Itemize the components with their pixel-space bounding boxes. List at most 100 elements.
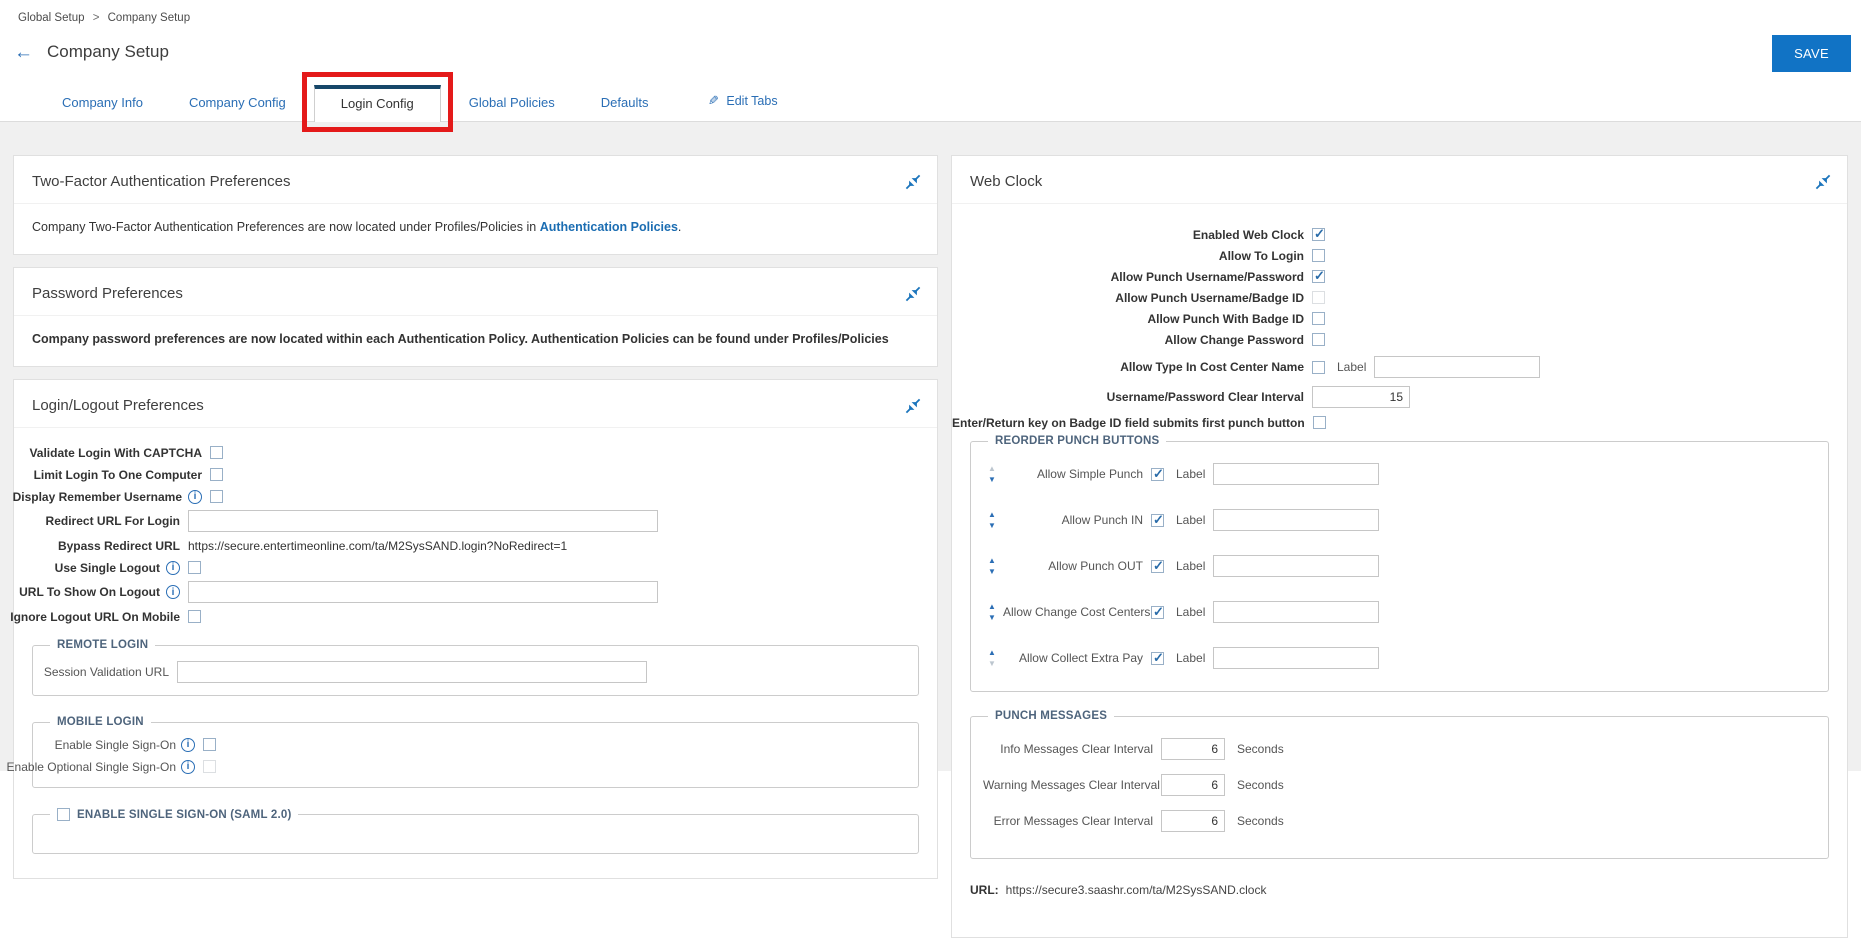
logout-url-input[interactable] (188, 581, 658, 603)
redirect-url-input[interactable] (188, 510, 658, 532)
error-messages-label: Error Messages Clear Interval (983, 814, 1153, 828)
move-down-icon[interactable]: ▼ (985, 568, 999, 575)
punch-out-label-input[interactable] (1213, 555, 1379, 577)
tab-company-config[interactable]: Company Config (171, 85, 304, 121)
one-computer-checkbox[interactable] (210, 468, 223, 481)
allow-punch-username-password-row: Allow Punch Username/Password (952, 268, 1847, 285)
seconds-suffix: Seconds (1237, 814, 1284, 828)
punch-in-label: Allow Punch IN (1003, 513, 1143, 527)
tab-login-config[interactable]: Login Config (314, 85, 441, 122)
session-validation-input[interactable] (177, 661, 647, 683)
breadcrumb-company-setup[interactable]: Company Setup (108, 12, 190, 24)
collapse-icon[interactable] (1815, 174, 1831, 190)
bypass-redirect-row: Bypass Redirect URL https://secure.enter… (14, 537, 937, 554)
edit-tabs-label: Edit Tabs (726, 94, 777, 108)
allow-punch-username-password-checkbox[interactable] (1312, 270, 1325, 283)
two-factor-card: Two-Factor Authentication Preferences Co… (13, 155, 938, 255)
info-icon[interactable]: i (166, 585, 180, 599)
allow-punch-with-badge-checkbox[interactable] (1312, 312, 1325, 325)
remote-login-fieldset: REMOTE LOGIN Session Validation URL (32, 639, 919, 696)
bypass-redirect-label: Bypass Redirect URL (14, 539, 180, 553)
enable-sso-label: Enable Single Sign-On i (45, 738, 195, 752)
label-field-label: Label (1176, 605, 1205, 619)
two-factor-text-suffix: . (678, 220, 681, 234)
move-up-icon[interactable]: ▲ (985, 603, 999, 610)
simple-punch-checkbox[interactable] (1151, 468, 1164, 481)
punch-in-checkbox[interactable] (1151, 514, 1164, 527)
punch-in-label-input[interactable] (1213, 509, 1379, 531)
enabled-web-clock-checkbox[interactable] (1312, 228, 1325, 241)
collect-extra-pay-label-input[interactable] (1213, 647, 1379, 669)
warning-messages-input[interactable] (1161, 774, 1225, 796)
info-messages-label: Info Messages Clear Interval (983, 742, 1153, 756)
info-icon[interactable]: i (188, 490, 202, 504)
change-cost-centers-label-input[interactable] (1213, 601, 1379, 623)
tab-global-policies[interactable]: Global Policies (451, 85, 573, 121)
change-cost-centers-label: Allow Change Cost Centers (1003, 605, 1143, 619)
save-button[interactable]: SAVE (1772, 35, 1851, 72)
error-messages-input[interactable] (1161, 810, 1225, 832)
login-logout-card: Login/Logout Preferences Validate Login … (13, 379, 938, 879)
cost-center-field-label: Label (1337, 360, 1366, 374)
allow-punch-username-badge-row: Allow Punch Username/Badge ID (952, 289, 1847, 306)
collapse-icon[interactable] (905, 398, 921, 414)
collapse-icon[interactable] (905, 174, 921, 190)
move-down-icon[interactable]: ▼ (985, 614, 999, 621)
move-down-icon[interactable]: ▼ (985, 522, 999, 529)
reorder-arrows: ▲ ▼ (985, 649, 999, 667)
back-arrow-icon[interactable]: ← (14, 43, 33, 62)
allow-punch-username-password-label: Allow Punch Username/Password (952, 270, 1304, 284)
single-logout-row: Use Single Logout i (14, 559, 937, 576)
mobile-login-fieldset: MOBILE LOGIN Enable Single Sign-On i Ena… (32, 716, 919, 788)
cost-center-label: Allow Type In Cost Center Name (952, 360, 1304, 374)
cost-center-checkbox[interactable] (1312, 361, 1325, 374)
change-cost-centers-checkbox[interactable] (1151, 606, 1164, 619)
punch-out-checkbox[interactable] (1151, 560, 1164, 573)
breadcrumb: Global Setup > Company Setup (18, 12, 190, 24)
cost-center-label-input[interactable] (1374, 356, 1540, 378)
enable-sso-checkbox[interactable] (203, 738, 216, 751)
info-icon[interactable]: i (181, 760, 195, 774)
remember-username-checkbox[interactable] (210, 490, 223, 503)
edit-tabs-button[interactable]: ✎ Edit Tabs (704, 83, 781, 121)
web-clock-card-header: Web Clock (952, 156, 1847, 204)
reorder-punch-buttons-legend: REORDER PUNCH BUTTONS (995, 435, 1159, 447)
authentication-policies-link[interactable]: Authentication Policies (540, 220, 678, 234)
tab-defaults[interactable]: Defaults (583, 85, 667, 121)
allow-change-password-label: Allow Change Password (952, 333, 1304, 347)
seconds-suffix: Seconds (1237, 778, 1284, 792)
clear-interval-input[interactable] (1312, 386, 1410, 408)
saml-legend: ENABLE SINGLE SIGN-ON (SAML 2.0) (77, 809, 291, 821)
allow-punch-with-badge-label: Allow Punch With Badge ID (952, 312, 1304, 326)
allow-change-password-checkbox[interactable] (1312, 333, 1325, 346)
enter-return-row: Enter/Return key on Badge ID field submi… (952, 414, 1847, 431)
tab-company-info[interactable]: Company Info (44, 85, 161, 121)
tab-login-config-label: Login Config (341, 96, 414, 111)
top-bar: Global Setup > Company Setup ← Company S… (0, 0, 1861, 122)
password-card-header: Password Preferences (14, 268, 937, 316)
info-icon[interactable]: i (181, 738, 195, 752)
move-up-icon[interactable]: ▲ (985, 649, 999, 656)
saml-fieldset: ENABLE SINGLE SIGN-ON (SAML 2.0) (32, 808, 919, 854)
collapse-icon[interactable] (905, 286, 921, 302)
enable-optional-sso-text: Enable Optional Single Sign-On (7, 760, 176, 774)
move-down-icon[interactable]: ▼ (985, 476, 999, 483)
two-factor-title: Two-Factor Authentication Preferences (32, 173, 290, 190)
single-logout-checkbox[interactable] (188, 561, 201, 574)
move-up-icon[interactable]: ▲ (985, 557, 999, 564)
title-row: ← Company Setup (14, 42, 169, 62)
saml-checkbox[interactable] (57, 808, 70, 821)
move-up-icon: ▲ (985, 465, 999, 472)
collect-extra-pay-checkbox[interactable] (1151, 652, 1164, 665)
remember-username-text: Display Remember Username (13, 490, 182, 504)
allow-to-login-checkbox[interactable] (1312, 249, 1325, 262)
info-icon[interactable]: i (166, 561, 180, 575)
enter-return-checkbox[interactable] (1313, 416, 1326, 429)
captcha-checkbox[interactable] (210, 446, 223, 459)
info-messages-input[interactable] (1161, 738, 1225, 760)
simple-punch-label-input[interactable] (1213, 463, 1379, 485)
breadcrumb-global-setup[interactable]: Global Setup (18, 12, 85, 24)
punch-out-label: Allow Punch OUT (1003, 559, 1143, 573)
ignore-logout-checkbox[interactable] (188, 610, 201, 623)
move-up-icon[interactable]: ▲ (985, 511, 999, 518)
